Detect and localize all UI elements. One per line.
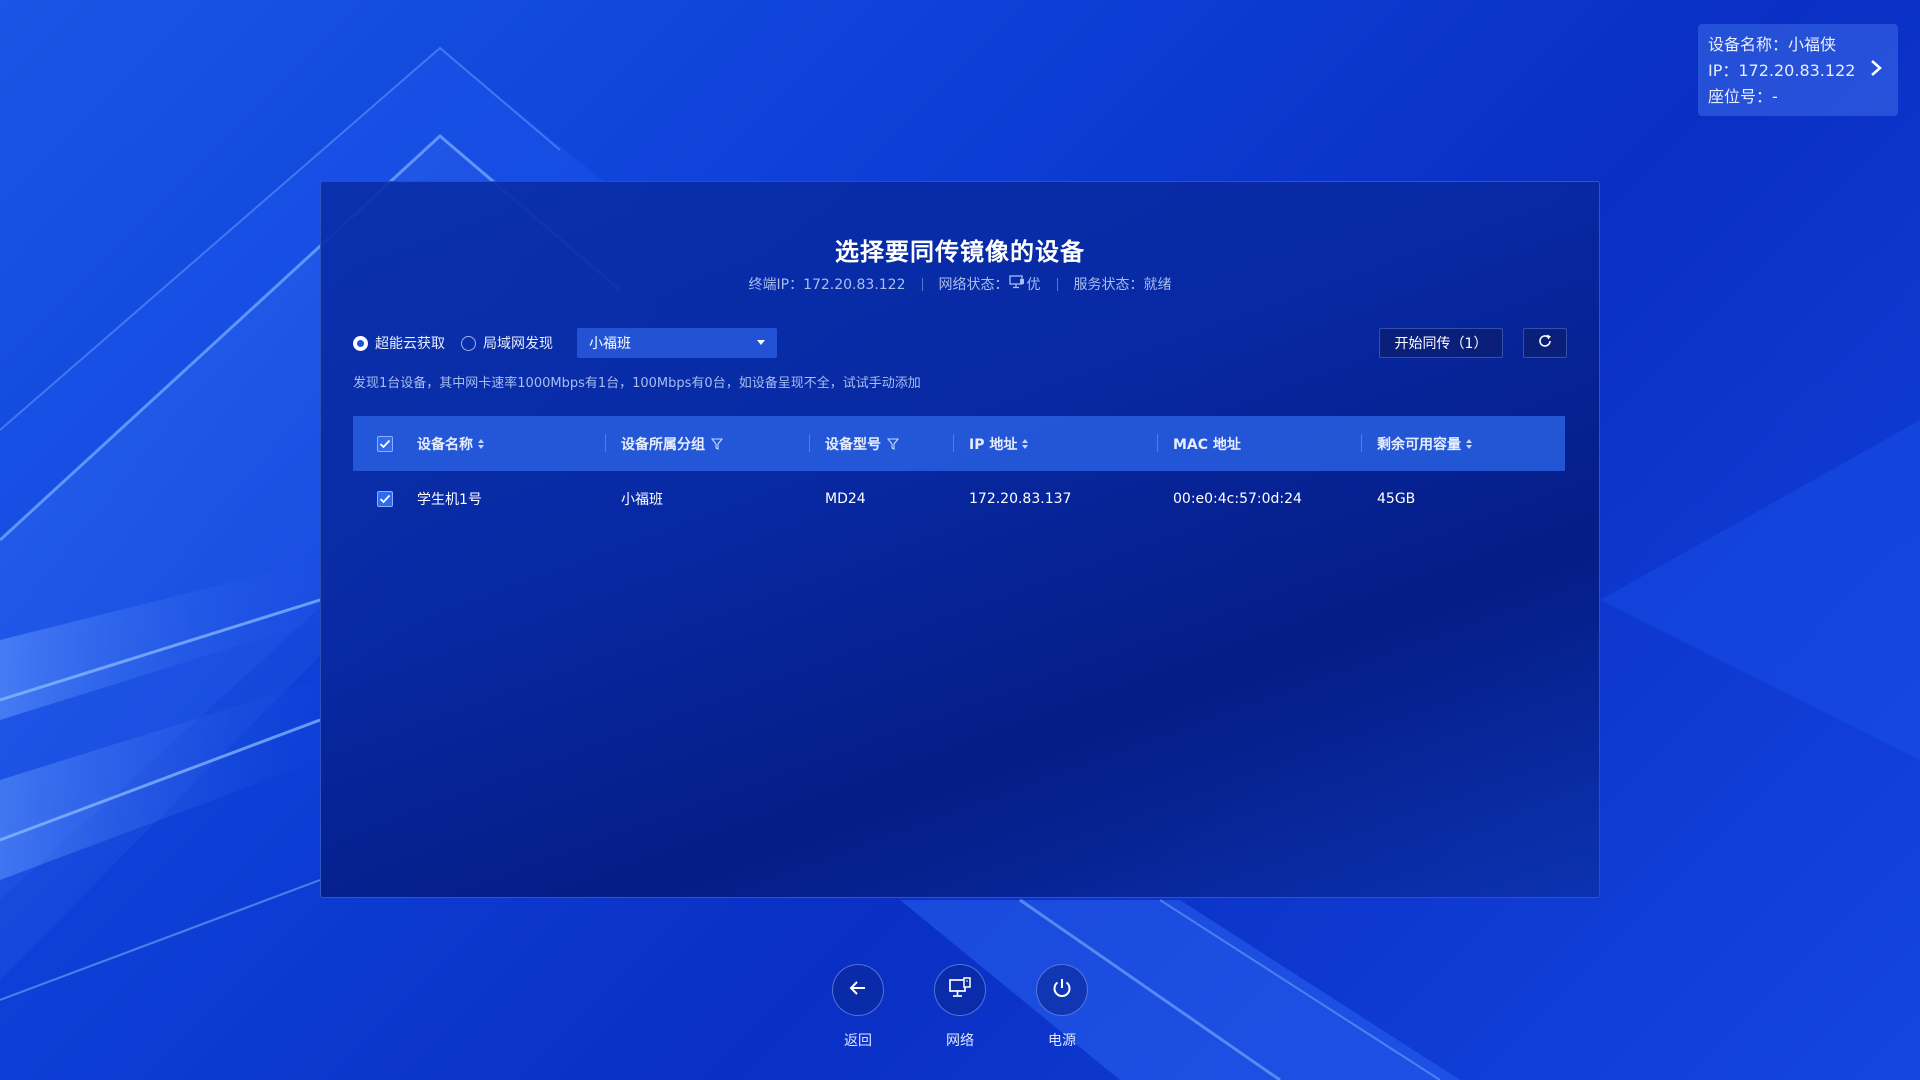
sort-icon[interactable] <box>1466 438 1472 449</box>
network-status-value: 优 <box>1026 277 1041 293</box>
row-checkbox[interactable] <box>377 490 393 507</box>
power-button[interactable]: 电源 <box>1036 964 1088 1050</box>
cell-device-model: MD24 <box>825 490 866 507</box>
filter-icon[interactable] <box>711 437 723 450</box>
power-label: 电源 <box>1048 1033 1076 1049</box>
back-label: 返回 <box>844 1033 872 1049</box>
device-info-card[interactable]: 设备名称：小福侠 IP：172.20.83.122 座位号：- <box>1698 24 1898 116</box>
column-label: 剩余可用容量 <box>1377 436 1461 453</box>
column-label: IP 地址 <box>969 436 1018 453</box>
device-seat: 座位号：- <box>1708 87 1778 106</box>
radio-lan[interactable]: 局域网发现 <box>461 333 553 353</box>
network-label: 网络 <box>946 1033 974 1049</box>
column-label: 设备所属分组 <box>621 436 705 453</box>
column-header-model[interactable]: 设备型号 <box>809 416 969 471</box>
power-button-circle[interactable] <box>1036 964 1088 1016</box>
refresh-icon <box>1537 333 1553 353</box>
back-button-circle[interactable] <box>832 964 884 1016</box>
column-label: 设备名称 <box>417 436 473 453</box>
divider <box>921 277 923 291</box>
device-name: 设备名称：小福侠 <box>1708 35 1837 54</box>
service-status: 服务状态：就绪 <box>1073 277 1172 293</box>
chevron-down-icon <box>757 340 765 345</box>
status-line: 终端IP：172.20.83.122 网络状态： 优 服务状态：就绪 <box>321 274 1599 294</box>
network-status-icon <box>1008 275 1025 293</box>
column-label: MAC 地址 <box>1173 436 1241 453</box>
group-select-value: 小福班 <box>589 336 631 352</box>
source-radio-group: 超能云获取 局域网发现 小福班 <box>353 328 777 358</box>
refresh-button[interactable] <box>1523 328 1567 358</box>
dialog-title: 选择要同传镜像的设备 <box>835 238 1085 266</box>
sort-icon[interactable] <box>1022 438 1029 449</box>
discovery-hint: 发现1台设备，其中网卡速率1000Mbps有1台，100Mbps有0台，如设备呈… <box>353 376 921 391</box>
select-all-checkbox[interactable] <box>377 435 393 452</box>
start-sync-button[interactable]: 开始同传（1） <box>1379 328 1503 358</box>
table-header: 设备名称 设备所属分组 设备型号 IP 地址 MAC 地址 剩余可用容量 <box>353 416 1565 471</box>
back-button[interactable]: 返回 <box>832 964 884 1050</box>
controls-bar: 超能云获取 局域网发现 小福班 开始同传（1） <box>353 328 1567 358</box>
cell-device-name: 学生机1号 <box>417 491 482 508</box>
column-header-capacity[interactable]: 剩余可用容量 <box>1361 416 1565 471</box>
radio-label: 超能云获取 <box>375 336 445 352</box>
filter-icon[interactable] <box>887 437 899 450</box>
table-row[interactable]: 学生机1号 小福班 MD24 172.20.83.137 00:e0:4c:57… <box>353 471 1565 526</box>
network-button-circle[interactable] <box>934 964 986 1016</box>
select-all-cell <box>353 435 417 452</box>
radio-label: 局域网发现 <box>483 336 553 352</box>
cell-device-group: 小福班 <box>621 491 663 508</box>
chevron-right-icon[interactable] <box>1866 58 1886 78</box>
radio-dot <box>353 335 368 351</box>
device-table: 设备名称 设备所属分组 设备型号 IP 地址 MAC 地址 剩余可用容量 学生机… <box>353 416 1565 526</box>
radio-dot <box>461 335 476 351</box>
group-select[interactable]: 小福班 <box>577 328 777 358</box>
divider <box>1056 277 1058 291</box>
network-icon <box>948 977 972 1003</box>
bottom-dock: 返回 网络 电源 <box>0 964 1920 1054</box>
radio-cloud[interactable]: 超能云获取 <box>353 333 445 353</box>
column-header-name[interactable]: 设备名称 <box>417 416 621 471</box>
column-header-ip[interactable]: IP 地址 <box>953 416 1173 471</box>
column-header-group[interactable]: 设备所属分组 <box>605 416 825 471</box>
cell-capacity: 45GB <box>1377 490 1416 507</box>
network-button[interactable]: 网络 <box>934 964 986 1050</box>
sort-icon[interactable] <box>478 438 484 449</box>
cell-ip-address: 172.20.83.137 <box>969 490 1072 507</box>
cell-mac-address: 00:e0:4c:57:0d:24 <box>1173 490 1302 507</box>
mirror-sync-dialog: 选择要同传镜像的设备 终端IP：172.20.83.122 网络状态： 优 服务… <box>320 181 1600 898</box>
terminal-ip: 终端IP：172.20.83.122 <box>748 277 906 293</box>
arrow-left-icon <box>848 979 868 1001</box>
power-icon <box>1051 977 1073 1003</box>
column-label: 设备型号 <box>825 436 881 453</box>
column-header-mac: MAC 地址 <box>1157 416 1377 471</box>
row-check-cell <box>353 490 417 507</box>
device-ip: IP：172.20.83.122 <box>1708 61 1856 80</box>
network-status-label: 网络状态： <box>938 277 1009 293</box>
